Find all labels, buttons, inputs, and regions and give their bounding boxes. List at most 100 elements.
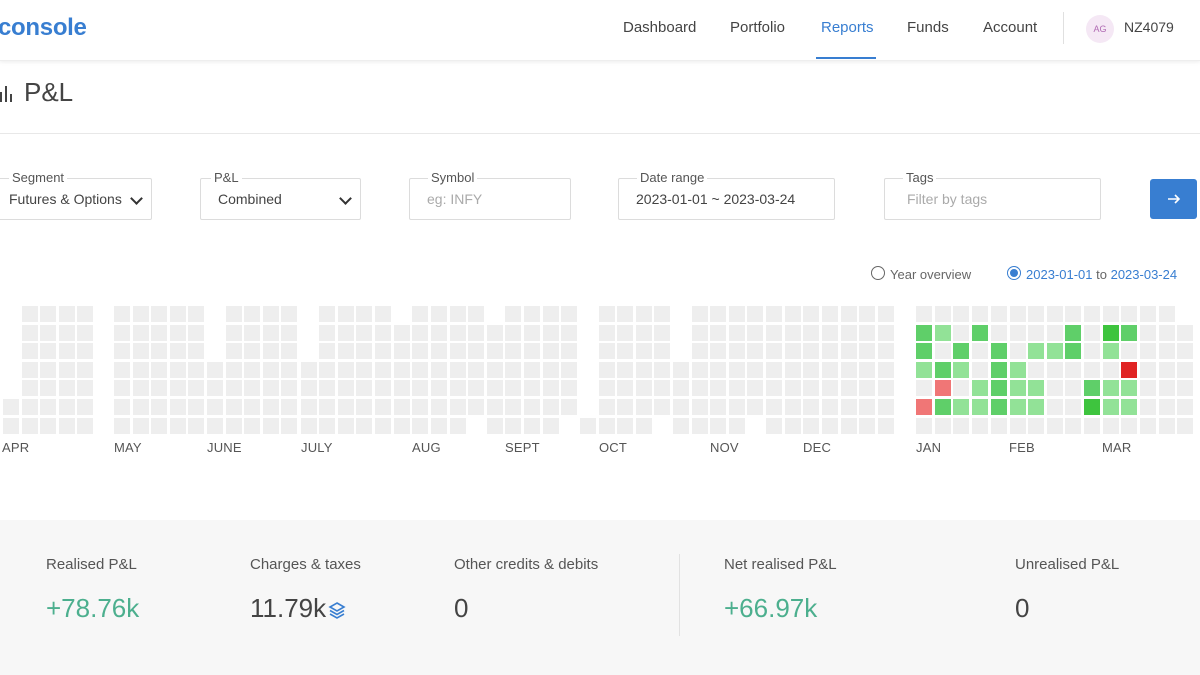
heatmap-day-cell[interactable] xyxy=(561,306,577,322)
heatmap-day-cell[interactable] xyxy=(972,343,988,360)
heatmap-day-cell[interactable] xyxy=(487,417,503,434)
heatmap-day-cell[interactable] xyxy=(636,324,652,341)
heatmap-day-cell[interactable] xyxy=(935,343,951,360)
heatmap-day-cell[interactable] xyxy=(319,399,335,415)
heatmap-day-cell[interactable] xyxy=(505,399,521,415)
heatmap-day-cell[interactable] xyxy=(878,417,894,434)
heatmap-day-cell[interactable] xyxy=(991,380,1007,397)
heatmap-day-cell[interactable] xyxy=(431,324,447,341)
heatmap-day-cell[interactable] xyxy=(1159,399,1175,415)
heatmap-day-cell[interactable] xyxy=(375,361,391,378)
heatmap-day-cell[interactable] xyxy=(1028,417,1044,434)
heatmap-day-cell[interactable] xyxy=(22,343,38,360)
heatmap-day-cell[interactable] xyxy=(450,380,466,397)
heatmap-day-cell[interactable] xyxy=(188,343,204,360)
heatmap-day-cell[interactable] xyxy=(487,361,503,378)
year-overview-label[interactable]: Year overview xyxy=(890,267,971,282)
heatmap-day-cell[interactable] xyxy=(1103,361,1119,378)
heatmap-day-cell[interactable] xyxy=(617,324,633,341)
heatmap-day-cell[interactable] xyxy=(1084,306,1100,322)
heatmap-day-cell[interactable] xyxy=(412,343,428,360)
date-range-input[interactable]: Date range 2023-01-01 ~ 2023-03-24 xyxy=(618,170,835,220)
tags-input[interactable]: Tags Filter by tags xyxy=(884,170,1101,220)
heatmap-day-cell[interactable] xyxy=(170,306,186,322)
heatmap-day-cell[interactable] xyxy=(244,361,260,378)
heatmap-day-cell[interactable] xyxy=(338,343,354,360)
heatmap-day-cell[interactable] xyxy=(1010,380,1026,397)
heatmap-day-cell[interactable] xyxy=(1121,417,1137,434)
heatmap-day-cell[interactable] xyxy=(766,306,782,322)
heatmap-day-cell[interactable] xyxy=(785,417,801,434)
heatmap-day-cell[interactable] xyxy=(524,324,540,341)
heatmap-day-cell[interactable] xyxy=(1121,306,1137,322)
heatmap-day-cell[interactable] xyxy=(59,380,75,397)
heatmap-day-cell[interactable] xyxy=(599,417,615,434)
heatmap-day-cell[interactable] xyxy=(170,343,186,360)
heatmap-day-cell[interactable] xyxy=(599,399,615,415)
heatmap-day-cell[interactable] xyxy=(151,399,167,415)
heatmap-day-cell[interactable] xyxy=(188,417,204,434)
heatmap-day-cell[interactable] xyxy=(785,399,801,415)
heatmap-day-cell[interactable] xyxy=(301,417,317,434)
heatmap-day-cell[interactable] xyxy=(710,306,726,322)
heatmap-day-cell[interactable] xyxy=(151,343,167,360)
heatmap-day-cell[interactable] xyxy=(450,399,466,415)
heatmap-day-cell[interactable] xyxy=(543,417,559,434)
heatmap-day-cell[interactable] xyxy=(766,343,782,360)
heatmap-day-cell[interactable] xyxy=(935,361,951,378)
heatmap-day-cell[interactable] xyxy=(375,343,391,360)
heatmap-day-cell[interactable] xyxy=(301,399,317,415)
heatmap-day-cell[interactable] xyxy=(673,380,689,397)
heatmap-day-cell[interactable] xyxy=(580,417,596,434)
heatmap-day-cell[interactable] xyxy=(450,306,466,322)
heatmap-day-cell[interactable] xyxy=(281,417,297,434)
heatmap-day-cell[interactable] xyxy=(394,343,410,360)
heatmap-day-cell[interactable] xyxy=(1010,417,1026,434)
heatmap-day-cell[interactable] xyxy=(244,380,260,397)
heatmap-day-cell[interactable] xyxy=(1159,306,1175,322)
heatmap-day-cell[interactable] xyxy=(692,361,708,378)
heatmap-day-cell[interactable] xyxy=(673,417,689,434)
heatmap-day-cell[interactable] xyxy=(226,361,242,378)
heatmap-day-cell[interactable] xyxy=(1103,417,1119,434)
heatmap-day-cell[interactable] xyxy=(338,380,354,397)
heatmap-day-cell[interactable] xyxy=(281,361,297,378)
heatmap-day-cell[interactable] xyxy=(1140,399,1156,415)
nav-account[interactable]: Account xyxy=(983,19,1037,36)
heatmap-day-cell[interactable] xyxy=(617,417,633,434)
heatmap-day-cell[interactable] xyxy=(599,361,615,378)
heatmap-day-cell[interactable] xyxy=(1140,380,1156,397)
year-overview-radio[interactable] xyxy=(871,266,885,280)
heatmap-day-cell[interactable] xyxy=(1065,306,1081,322)
heatmap-day-cell[interactable] xyxy=(1028,343,1044,360)
heatmap-day-cell[interactable] xyxy=(412,361,428,378)
heatmap-day-cell[interactable] xyxy=(226,306,242,322)
heatmap-day-cell[interactable] xyxy=(431,399,447,415)
heatmap-day-cell[interactable] xyxy=(170,324,186,341)
heatmap-day-cell[interactable] xyxy=(1065,380,1081,397)
heatmap-day-cell[interactable] xyxy=(710,343,726,360)
heatmap-day-cell[interactable] xyxy=(468,399,484,415)
heatmap-day-cell[interactable] xyxy=(468,343,484,360)
heatmap-day-cell[interactable] xyxy=(729,343,745,360)
heatmap-day-cell[interactable] xyxy=(636,343,652,360)
heatmap-day-cell[interactable] xyxy=(1121,324,1137,341)
heatmap-day-cell[interactable] xyxy=(991,361,1007,378)
heatmap-day-cell[interactable] xyxy=(524,417,540,434)
heatmap-day-cell[interactable] xyxy=(561,361,577,378)
heatmap-day-cell[interactable] xyxy=(468,380,484,397)
heatmap-day-cell[interactable] xyxy=(953,399,969,415)
heatmap-day-cell[interactable] xyxy=(40,343,56,360)
heatmap-day-cell[interactable] xyxy=(22,399,38,415)
heatmap-day-cell[interactable] xyxy=(822,306,838,322)
heatmap-day-cell[interactable] xyxy=(524,361,540,378)
heatmap-day-cell[interactable] xyxy=(822,380,838,397)
heatmap-day-cell[interactable] xyxy=(935,417,951,434)
heatmap-day-cell[interactable] xyxy=(692,417,708,434)
heatmap-day-cell[interactable] xyxy=(953,343,969,360)
heatmap-day-cell[interactable] xyxy=(543,343,559,360)
heatmap-day-cell[interactable] xyxy=(953,306,969,322)
heatmap-day-cell[interactable] xyxy=(841,343,857,360)
heatmap-day-cell[interactable] xyxy=(972,324,988,341)
heatmap-day-cell[interactable] xyxy=(77,417,93,434)
